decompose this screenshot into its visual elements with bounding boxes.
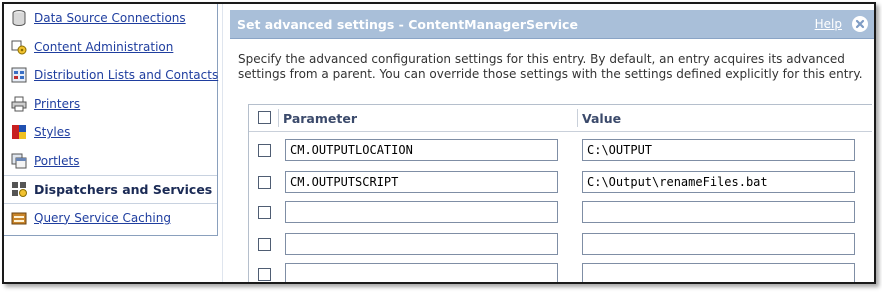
- nav-item-dispatchers-and-services[interactable]: Dispatchers and Services: [4, 175, 217, 204]
- table-header: Parameter Value: [249, 105, 872, 132]
- nav-label: Content Administration: [34, 39, 174, 54]
- parameter-input[interactable]: [285, 263, 558, 282]
- panel-divider: [222, 4, 223, 282]
- content-admin-icon: [11, 39, 27, 55]
- nav-label: Dispatchers and Services: [34, 181, 213, 197]
- value-input[interactable]: [582, 263, 855, 282]
- parameter-input[interactable]: CM.OUTPUTSCRIPT: [285, 171, 558, 193]
- row-checkbox[interactable]: [258, 268, 271, 281]
- nav-item-styles[interactable]: Styles: [4, 118, 217, 147]
- nav-item-portlets[interactable]: Portlets: [4, 147, 217, 176]
- row-checkbox[interactable]: [258, 144, 271, 157]
- column-header-value: Value: [582, 111, 622, 126]
- table-row: CM.OUTPUTLOCATION C:\OUTPUT: [249, 135, 873, 165]
- table-row: [249, 259, 873, 282]
- nav-item-data-source-connections[interactable]: Data Source Connections: [4, 4, 217, 33]
- dispatchers-icon: [11, 181, 27, 198]
- nav-label: Query Service Caching: [34, 210, 171, 225]
- portlets-icon: [11, 153, 27, 169]
- nav-label: Data Source Connections: [34, 11, 186, 26]
- nav-item-query-service-caching[interactable]: Query Service Caching: [4, 204, 217, 233]
- value-input[interactable]: C:\OUTPUT: [582, 139, 855, 161]
- nav-item-printers[interactable]: Printers: [4, 90, 217, 119]
- row-checkbox[interactable]: [258, 176, 271, 189]
- dialog-title-bar: Set advanced settings - ContentManagerSe…: [230, 10, 874, 39]
- nav-item-distribution-lists[interactable]: Distribution Lists and Contacts: [4, 61, 219, 90]
- row-checkbox[interactable]: [258, 206, 271, 219]
- column-header-parameter: Parameter: [283, 111, 357, 126]
- nav-label: Printers: [34, 96, 81, 111]
- screenshot-frame: Data Source Connections Content Administ…: [2, 2, 876, 284]
- nav-label: Styles: [34, 125, 71, 140]
- nav-label: Distribution Lists and Contacts: [34, 68, 219, 83]
- advanced-settings-panel: Set advanced settings - ContentManagerSe…: [230, 10, 874, 282]
- parameter-input[interactable]: CM.OUTPUTLOCATION: [285, 139, 558, 161]
- distribution-list-icon: [11, 67, 27, 83]
- help-link[interactable]: Help: [815, 17, 842, 31]
- parameter-input[interactable]: [285, 233, 558, 255]
- value-input[interactable]: [582, 233, 855, 255]
- table-row: [249, 229, 873, 259]
- settings-table: Parameter Value CM.OUTPUTLOCATION C:\OUT…: [248, 104, 873, 282]
- value-input[interactable]: [582, 201, 855, 223]
- left-nav: Data Source Connections Content Administ…: [4, 4, 218, 236]
- nav-item-content-administration[interactable]: Content Administration: [4, 33, 217, 62]
- dialog-description: Specify the advanced configuration setti…: [238, 52, 863, 81]
- query-cache-icon: [11, 210, 27, 226]
- database-icon: [11, 10, 27, 27]
- printer-icon: [11, 96, 27, 112]
- row-checkbox[interactable]: [258, 238, 271, 251]
- table-row: [249, 197, 873, 227]
- close-icon[interactable]: [852, 16, 868, 32]
- table-row: CM.OUTPUTSCRIPT C:\Output\renameFiles.ba…: [249, 167, 873, 197]
- parameter-input[interactable]: [285, 201, 558, 223]
- styles-icon: [11, 124, 27, 140]
- value-input[interactable]: C:\Output\renameFiles.bat: [582, 171, 855, 193]
- nav-label: Portlets: [34, 153, 80, 168]
- column-separator: [278, 109, 279, 127]
- column-separator: [577, 109, 578, 127]
- select-all-checkbox[interactable]: [258, 111, 271, 124]
- dialog-title: Set advanced settings - ContentManagerSe…: [237, 16, 578, 32]
